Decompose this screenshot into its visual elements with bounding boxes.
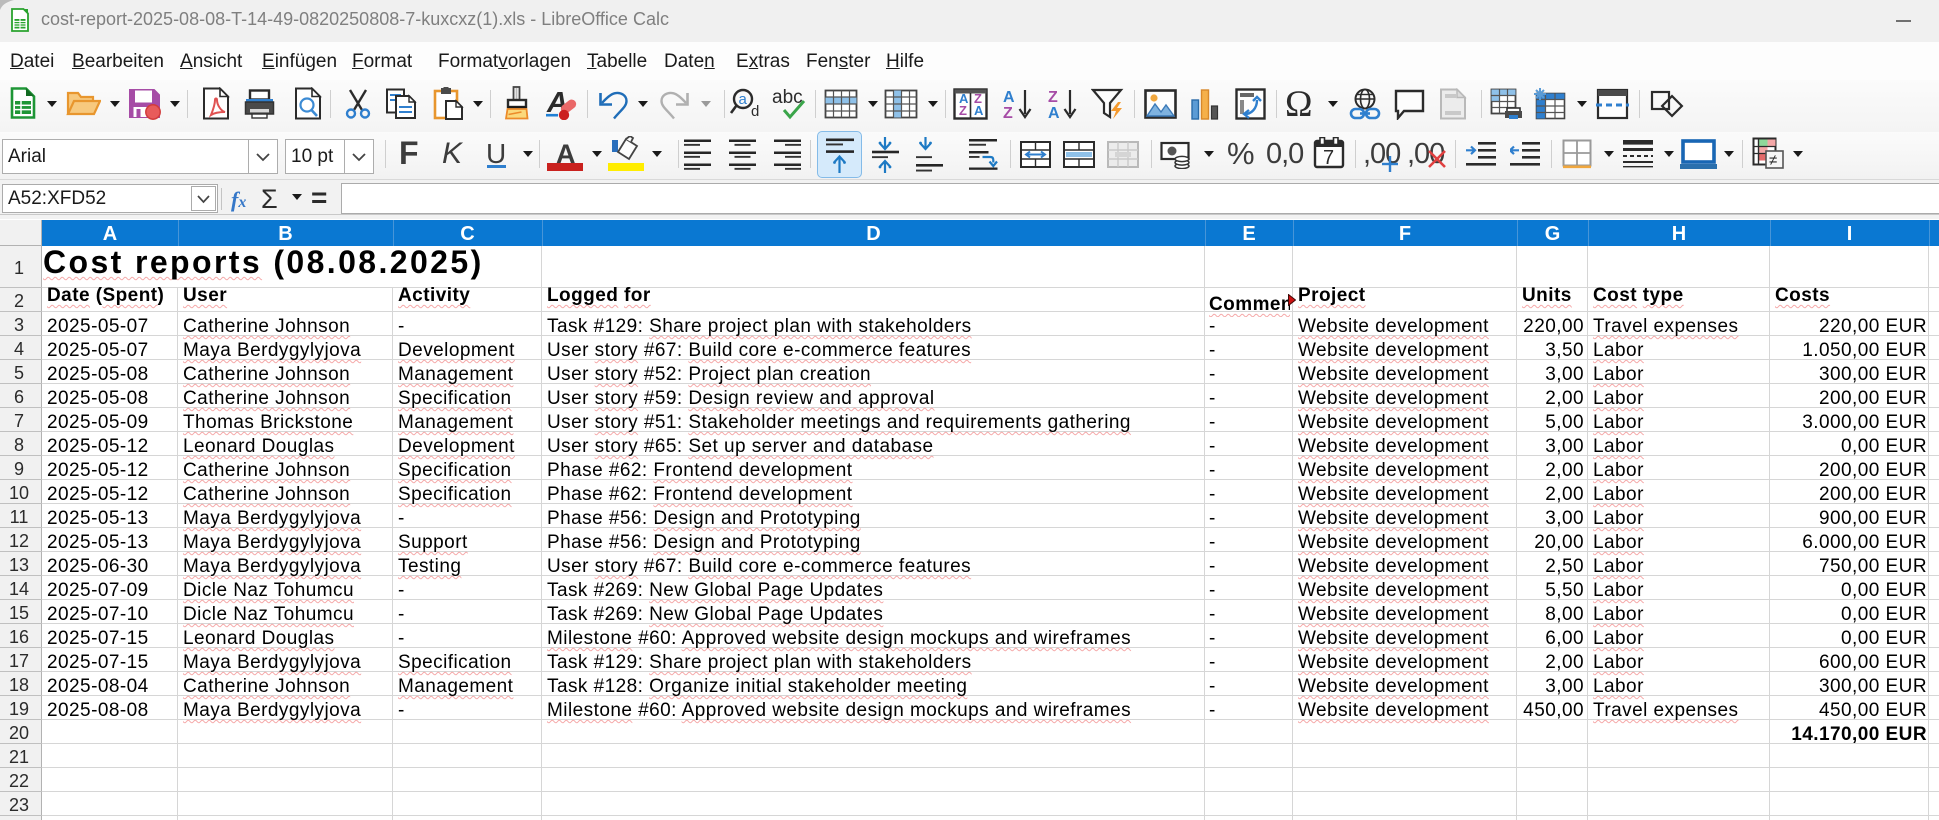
svg-text:Z: Z <box>1048 89 1058 106</box>
svg-text:7: 7 <box>1323 147 1334 169</box>
svg-text:abc: abc <box>772 88 803 108</box>
svg-text:≠: ≠ <box>1769 152 1777 169</box>
svg-text:Ω: Ω <box>1285 87 1313 120</box>
svg-text:Z: Z <box>959 103 967 118</box>
svg-text:d: d <box>751 103 759 120</box>
svg-text:A: A <box>1048 105 1060 120</box>
svg-text:Z: Z <box>1003 105 1013 120</box>
svg-text:A: A <box>974 103 984 118</box>
svg-text:a: a <box>739 91 748 108</box>
svg-text:A: A <box>1003 89 1015 106</box>
